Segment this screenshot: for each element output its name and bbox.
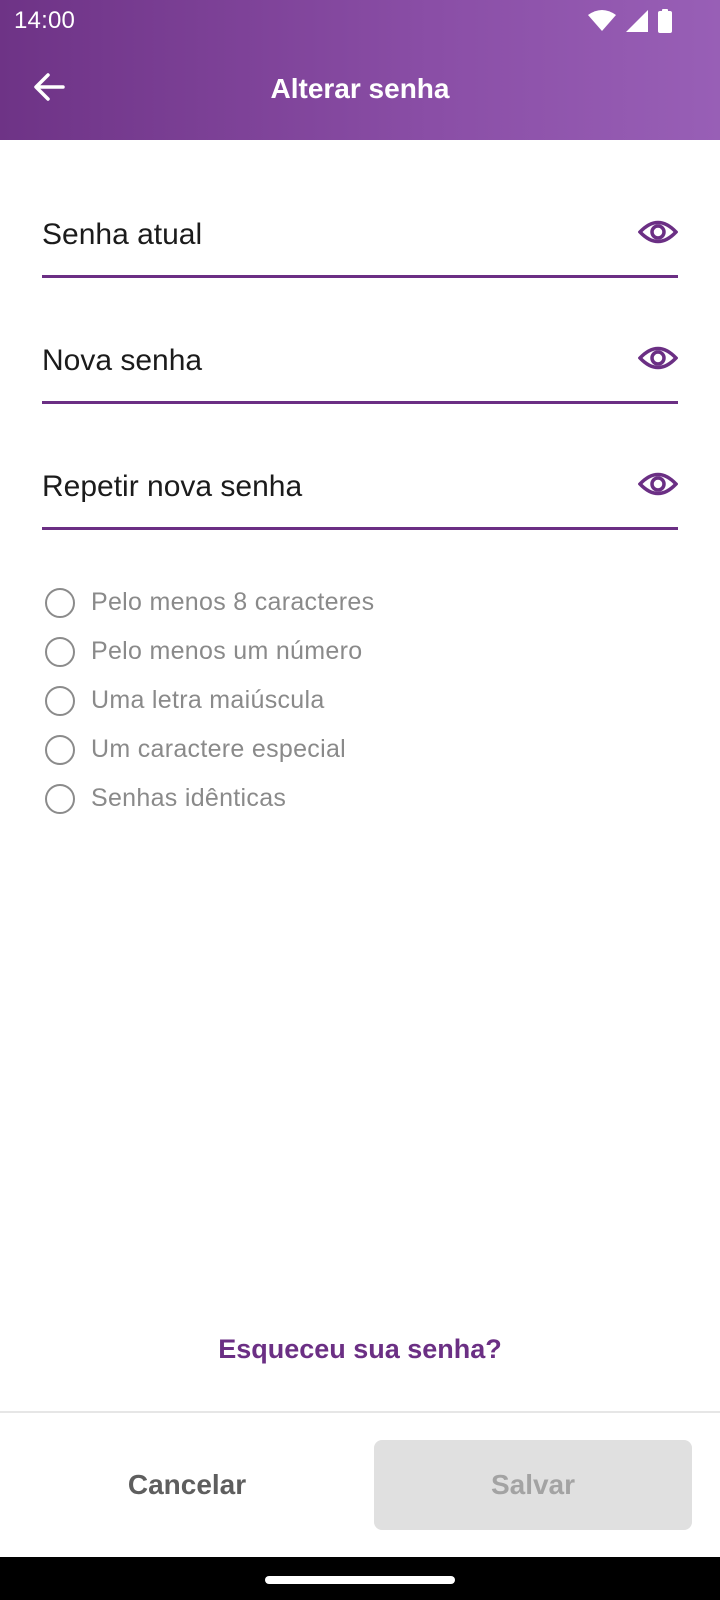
requirement-text: Um caractere especial — [91, 735, 347, 763]
requirement-text: Pelo menos um número — [91, 637, 363, 665]
eye-icon — [637, 217, 679, 252]
battery-icon — [658, 9, 672, 33]
requirement-status-icon — [45, 636, 75, 667]
divider — [0, 1411, 720, 1413]
toggle-current-password-visibility[interactable] — [637, 214, 679, 254]
requirement-item: Pelo menos um número — [42, 627, 374, 676]
forgot-password-link[interactable]: Esqueceu sua senha? — [0, 1334, 720, 1365]
page-title: Alterar senha — [270, 73, 450, 104]
requirement-text: Pelo menos 8 caracteres — [91, 588, 375, 616]
cancel-button[interactable]: Cancelar — [28, 1440, 346, 1530]
signal-icon — [626, 10, 648, 32]
system-nav-bar — [0, 1557, 720, 1600]
app-header: 14:00 Alterar senha — [0, 0, 720, 140]
repeat-password-field[interactable]: Repetir nova senha — [42, 450, 679, 530]
requirement-text: Senhas idênticas — [91, 784, 287, 812]
status-icons — [588, 9, 672, 33]
requirement-item: Senhas idênticas — [42, 774, 374, 823]
current-password-field[interactable]: Senha atual — [42, 198, 679, 278]
requirement-status-icon — [45, 734, 75, 765]
requirement-item: Um caractere especial — [42, 725, 374, 774]
save-button[interactable]: Salvar — [374, 1440, 692, 1530]
requirement-item: Pelo menos 8 caracteres — [42, 578, 374, 627]
new-password-label: Nova senha — [42, 344, 203, 377]
status-bar: 14:00 — [0, 0, 720, 44]
new-password-field[interactable]: Nova senha — [42, 324, 679, 404]
requirement-status-icon — [45, 783, 75, 814]
eye-icon — [637, 343, 679, 378]
wifi-icon — [588, 10, 616, 32]
password-requirements: Pelo menos 8 caracteres Pelo menos um nú… — [42, 578, 374, 823]
requirement-text: Uma letra maiúscula — [91, 686, 325, 714]
requirement-item: Uma letra maiúscula — [42, 676, 374, 725]
requirement-status-icon — [45, 685, 75, 716]
toggle-repeat-password-visibility[interactable] — [637, 466, 679, 506]
status-time: 14:00 — [14, 7, 76, 34]
current-password-label: Senha atual — [42, 218, 203, 251]
toggle-new-password-visibility[interactable] — [637, 340, 679, 380]
eye-icon — [637, 469, 679, 504]
repeat-password-label: Repetir nova senha — [42, 470, 303, 503]
home-indicator[interactable] — [265, 1576, 455, 1584]
requirement-status-icon — [45, 587, 75, 618]
